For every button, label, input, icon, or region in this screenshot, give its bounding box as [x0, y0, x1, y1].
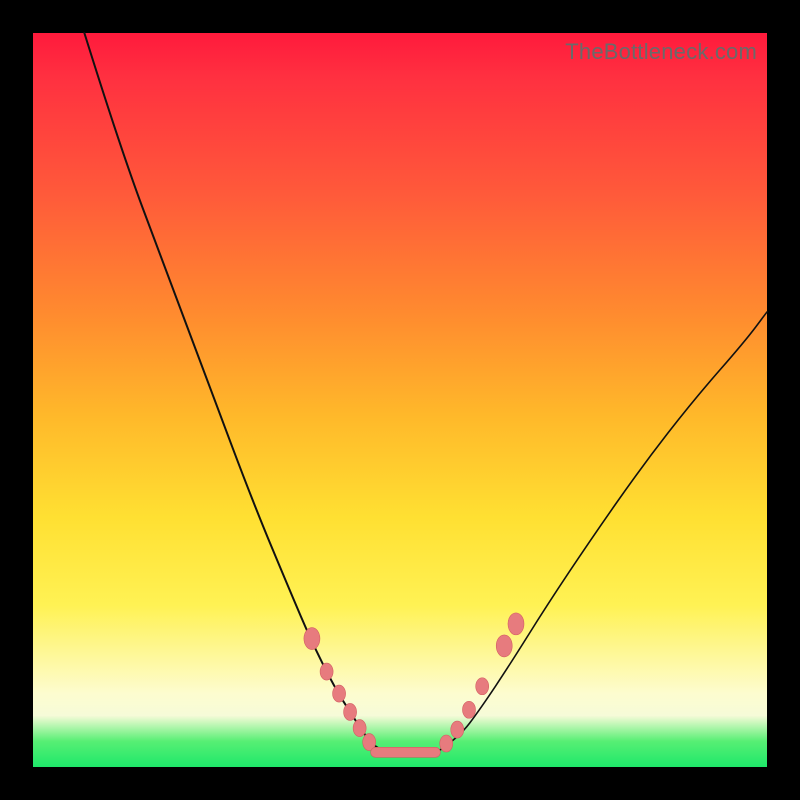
- marker-bead: [476, 678, 489, 695]
- marker-bead: [304, 628, 320, 650]
- curve-left: [84, 33, 385, 752]
- curve-floor: [371, 747, 441, 757]
- marker-bead: [320, 663, 333, 680]
- curve-markers: [304, 613, 524, 752]
- curve-layer: [33, 33, 767, 767]
- marker-bead: [451, 721, 464, 738]
- plot-area: TheBottleneck.com: [33, 33, 767, 767]
- marker-bead: [462, 701, 475, 718]
- marker-bead: [508, 613, 524, 635]
- marker-bead: [344, 703, 357, 720]
- marker-bead: [333, 685, 346, 702]
- marker-bead: [440, 735, 453, 752]
- marker-bead: [353, 720, 366, 737]
- chart-frame: TheBottleneck.com: [0, 0, 800, 800]
- marker-bead: [496, 635, 512, 657]
